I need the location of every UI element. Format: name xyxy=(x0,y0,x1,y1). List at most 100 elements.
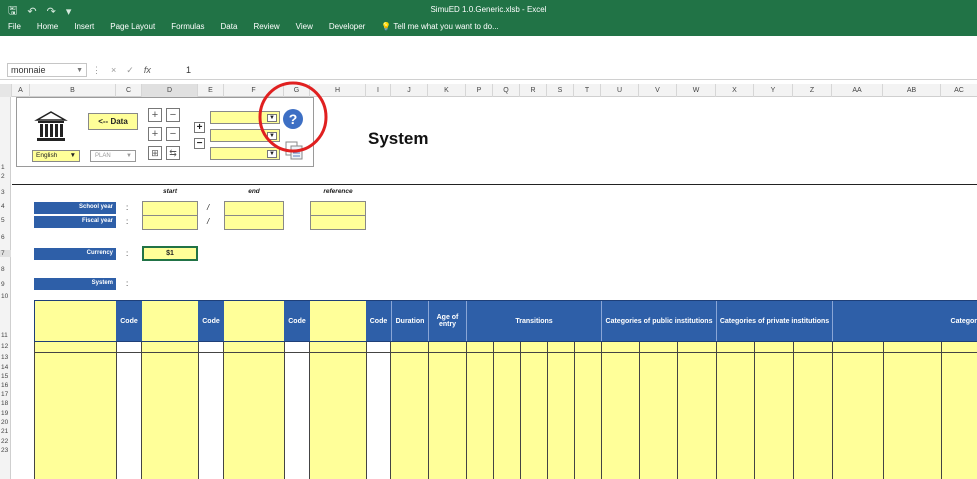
row-header[interactable]: 16 xyxy=(0,382,11,389)
tab-insert[interactable]: Insert xyxy=(66,17,102,36)
header-input-1[interactable] xyxy=(35,301,116,341)
row-header[interactable]: 4 xyxy=(0,203,11,210)
select-all-corner[interactable] xyxy=(0,84,12,97)
row-header[interactable]: 3 xyxy=(0,189,11,196)
row-header[interactable]: 15 xyxy=(0,373,11,380)
column-header[interactable]: S xyxy=(547,84,574,97)
chevron-down-icon[interactable]: ▼ xyxy=(76,64,83,77)
tab-page-layout[interactable]: Page Layout xyxy=(102,17,163,36)
row-header[interactable]: 6 xyxy=(0,234,11,241)
header-input-3[interactable] xyxy=(224,301,284,341)
expand-rows-icon[interactable]: + xyxy=(148,108,162,122)
column-header[interactable]: W xyxy=(677,84,716,97)
tab-file[interactable]: File xyxy=(0,17,29,36)
collapse-rows-icon[interactable]: − xyxy=(166,108,180,122)
column-divider xyxy=(677,342,678,479)
code-column[interactable] xyxy=(198,342,224,479)
chevron-down-icon[interactable]: ▼ xyxy=(70,151,76,161)
enter-icon[interactable]: ✓ xyxy=(126,65,134,76)
add-icon[interactable]: + xyxy=(194,122,205,133)
row-header[interactable]: 13 xyxy=(0,354,11,361)
school-year-reference-cell[interactable] xyxy=(310,201,366,216)
column-header[interactable]: Y xyxy=(754,84,793,97)
column-header[interactable]: R xyxy=(520,84,547,97)
row-header[interactable]: 7 xyxy=(0,250,11,257)
tab-formulas[interactable]: Formulas xyxy=(163,17,212,36)
column-header[interactable]: I xyxy=(366,84,391,97)
column-header[interactable]: AB xyxy=(883,84,941,97)
tab-home[interactable]: Home xyxy=(29,17,66,36)
remove-icon[interactable]: − xyxy=(194,138,205,149)
sheet-title: System xyxy=(368,129,429,148)
formula-input[interactable]: 1 xyxy=(186,63,191,77)
fiscal-year-reference-cell[interactable] xyxy=(310,215,366,230)
row-header[interactable]: 2 xyxy=(0,173,11,180)
header-input-4[interactable] xyxy=(310,301,366,341)
cancel-icon[interactable]: × xyxy=(111,65,116,75)
header-input-2[interactable] xyxy=(142,301,198,341)
school-year-end-cell[interactable] xyxy=(224,201,284,216)
column-header[interactable]: X xyxy=(716,84,754,97)
slash: / xyxy=(207,217,210,226)
column-header[interactable]: Q xyxy=(493,84,520,97)
column-header[interactable]: E xyxy=(198,84,224,97)
fiscal-year-start-cell[interactable] xyxy=(142,215,198,230)
currency-label: Currency xyxy=(34,248,116,260)
column-header[interactable]: A xyxy=(12,84,30,97)
mode-select[interactable]: PLAN ▼ xyxy=(90,150,136,162)
tab-data[interactable]: Data xyxy=(213,17,246,36)
currency-cell[interactable]: $1 xyxy=(142,246,198,261)
code-column[interactable] xyxy=(366,342,391,479)
row-header[interactable]: 19 xyxy=(0,410,11,417)
code-column[interactable] xyxy=(116,342,142,479)
school-year-start-cell[interactable] xyxy=(142,201,198,216)
row-header[interactable]: 18 xyxy=(0,400,11,407)
column-divider xyxy=(466,342,467,479)
row-header[interactable]: 9 xyxy=(0,281,11,288)
row-header[interactable]: 1 xyxy=(0,164,11,171)
column-divider xyxy=(493,342,494,479)
fiscal-year-end-cell[interactable] xyxy=(224,215,284,230)
code-column[interactable] xyxy=(284,342,310,479)
row-header[interactable]: 11 xyxy=(0,332,11,339)
arrows-icon[interactable]: ⇆ xyxy=(166,146,180,160)
chevron-down-icon[interactable]: ▼ xyxy=(126,151,132,161)
column-header[interactable]: J xyxy=(391,84,428,97)
column-header[interactable]: C xyxy=(116,84,142,97)
language-select[interactable]: English ▼ xyxy=(32,150,80,162)
unesco-logo-icon xyxy=(34,111,68,141)
row-header[interactable]: 8 xyxy=(0,266,11,273)
row-header[interactable]: 5 xyxy=(0,217,11,224)
tab-review[interactable]: Review xyxy=(245,17,287,36)
column-header[interactable]: P xyxy=(466,84,493,97)
ribbon-tabs: File Home Insert Page Layout Formulas Da… xyxy=(0,17,507,36)
collapse-columns-icon[interactable]: − xyxy=(166,127,180,141)
column-divider xyxy=(883,342,884,479)
column-header[interactable]: D xyxy=(142,84,198,97)
row-header[interactable]: 12 xyxy=(0,343,11,350)
column-header[interactable]: Z xyxy=(793,84,832,97)
row-header[interactable]: 22 xyxy=(0,438,11,445)
column-header[interactable]: K xyxy=(428,84,466,97)
tab-developer[interactable]: Developer xyxy=(321,17,373,36)
name-box[interactable]: monnaie ▼ xyxy=(7,63,87,77)
row-header[interactable]: 14 xyxy=(0,364,11,371)
tab-view[interactable]: View xyxy=(288,17,321,36)
function-icon[interactable]: fx xyxy=(144,65,151,75)
row-header[interactable]: 21 xyxy=(0,428,11,435)
data-button[interactable]: <-- Data xyxy=(88,113,138,130)
row-header[interactable]: 17 xyxy=(0,391,11,398)
column-header[interactable]: T xyxy=(574,84,601,97)
tell-me-box[interactable]: 💡 Tell me what you want to do... xyxy=(373,17,506,36)
column-header[interactable]: AC xyxy=(941,84,977,97)
table-body xyxy=(34,342,977,479)
row-header[interactable]: 10 xyxy=(0,293,11,300)
column-header[interactable]: B xyxy=(30,84,116,97)
row-header[interactable]: 23 xyxy=(0,447,11,454)
row-header[interactable]: 20 xyxy=(0,419,11,426)
column-header[interactable]: AA xyxy=(832,84,883,97)
grid-icon[interactable]: ⊞ xyxy=(148,146,162,160)
column-header[interactable]: U xyxy=(601,84,639,97)
column-header[interactable]: V xyxy=(639,84,677,97)
expand-columns-icon[interactable]: + xyxy=(148,127,162,141)
